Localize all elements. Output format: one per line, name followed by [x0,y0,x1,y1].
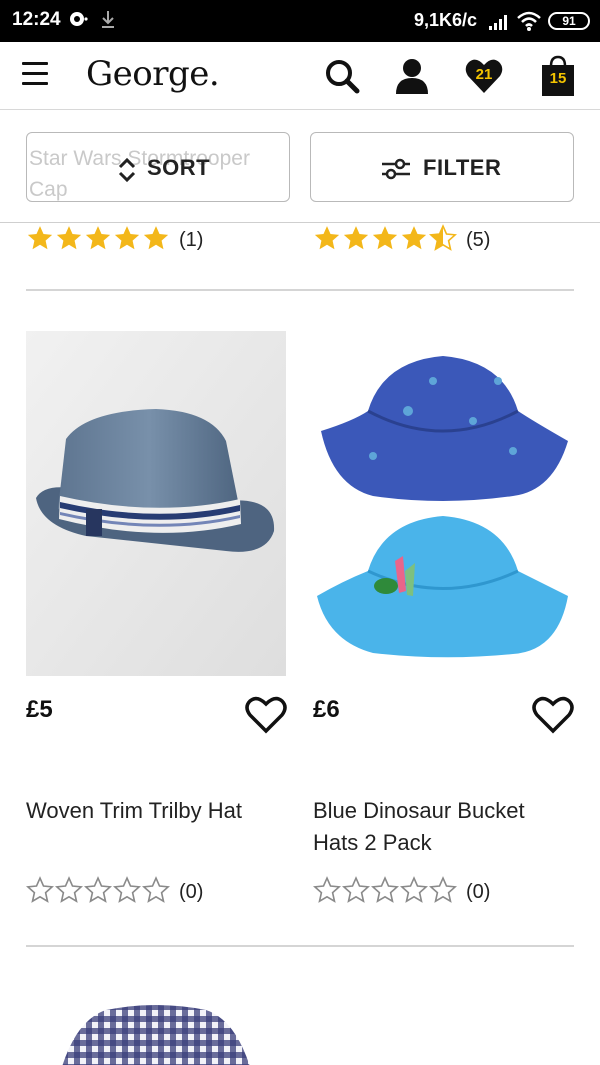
account-icon[interactable] [392,56,432,96]
filter-label: FILTER [423,155,502,180]
product-image-trilby[interactable] [26,331,286,676]
star-filled-icon [85,226,111,250]
wifi-icon [516,10,542,37]
signal-icon [488,12,510,35]
previous-rating-left: (1) [26,224,203,257]
product-price: £6 [313,696,340,723]
star-empty-icon [429,876,457,903]
star-filled-icon [401,226,427,250]
rating-count: (0) [466,881,491,903]
menu-icon[interactable] [22,62,50,88]
star-empty-icon [26,876,54,903]
product-rating: (0) [26,876,203,909]
basket-button[interactable]: 15 [538,54,578,98]
star-filled-icon [56,226,82,250]
star-filled-icon [314,226,340,250]
rating-count: (1) [179,229,204,251]
heart-outline-icon[interactable] [244,693,288,737]
product-title[interactable]: Woven Trim Trilby Hat [26,795,286,827]
star-empty-icon [55,876,83,903]
basket-count: 15 [549,70,567,87]
sort-button[interactable]: Star Wars Stormtrooper Cap SORT [26,132,290,202]
gingham-hat-illustration [62,1005,250,1065]
star-rating [26,876,171,909]
filter-button[interactable]: FILTER [310,132,574,202]
logo-text: George. [86,54,220,94]
product-image-bucket-hats[interactable] [313,331,573,676]
star-empty-icon [142,876,170,903]
row-divider [26,289,574,291]
trilby-hat-illustration [26,331,286,676]
star-half-icon [429,224,457,251]
download-icon [100,9,116,34]
star-empty-icon [400,876,428,903]
rating-count: (0) [179,881,204,903]
wishlist-button[interactable]: 21 [464,56,504,96]
star-empty-icon [342,876,370,903]
star-filled-icon [143,226,169,250]
product-image-gingham[interactable] [26,980,286,1065]
star-rating [26,224,171,257]
sort-label: SORT [147,155,211,180]
product-title[interactable]: Blue Dinosaur Bucket Hats 2 Pack [313,795,573,859]
filter-icon [381,157,411,186]
star-empty-icon [371,876,399,903]
search-icon[interactable] [322,56,362,96]
star-filled-icon [27,226,53,250]
wishlist-count: 21 [475,66,493,83]
row-divider [26,945,574,947]
chat-bubble-icon [68,9,88,34]
star-rating [313,876,458,909]
heart-outline-icon[interactable] [531,693,575,737]
star-filled-icon [114,226,140,250]
sort-icon [117,157,137,188]
bucket-hats-illustration [317,356,568,658]
previous-rating-right: (5) [313,224,490,257]
rating-count: (5) [466,229,491,251]
star-empty-icon [113,876,141,903]
sort-filter-bar: Star Wars Stormtrooper Cap SORT FILTER [0,110,600,223]
status-bar: 12:24 9,1K6/c 91 [0,0,600,42]
star-filled-icon [372,226,398,250]
battery-icon: 91 [548,12,590,30]
status-time: 12:24 [12,9,61,30]
star-filled-icon [343,226,369,250]
george-logo[interactable]: George. [86,54,220,94]
product-rating: (0) [313,876,490,909]
network-speed: 9,1K6/c [414,10,478,30]
product-price: £5 [26,696,53,723]
star-rating [313,224,458,257]
star-empty-icon [313,876,341,903]
star-empty-icon [84,876,112,903]
app-header: George. 21 15 [0,42,600,110]
